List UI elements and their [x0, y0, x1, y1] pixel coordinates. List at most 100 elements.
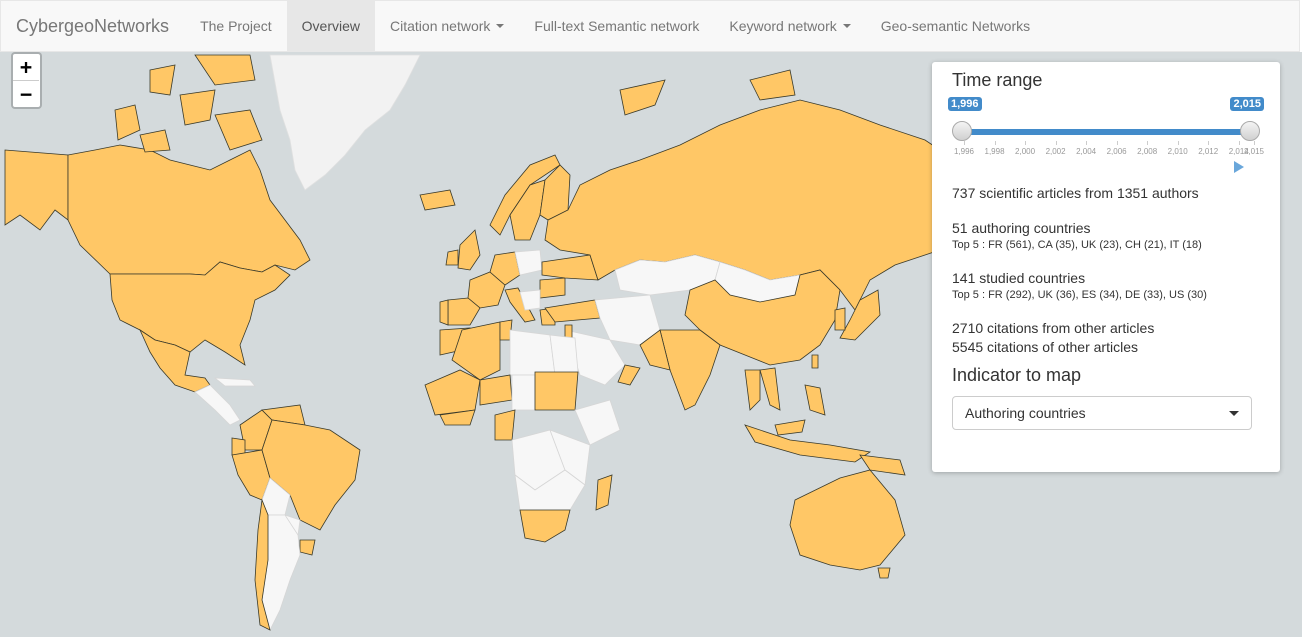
country-malaysia[interactable]	[774, 419, 806, 436]
country-vietnam[interactable]	[759, 367, 781, 411]
nav-fulltext-semantic-label: Full-text Semantic network	[534, 18, 700, 34]
studied-stat: 141 studied countries Top 5 : FR (292), …	[952, 270, 1260, 301]
country-uk[interactable]	[457, 229, 481, 271]
time-range-slider[interactable]: 1,996 2,015 1,996 1,998 2,000 2,002 2,004 2,0…	[948, 97, 1264, 173]
country-egypt[interactable]	[549, 334, 579, 376]
citations-of: 5545 citations of other articles	[952, 339, 1138, 355]
slider-from-label: 1,996	[948, 97, 982, 111]
slider-tick-label: 2,012	[1198, 147, 1219, 156]
indicator-selected-value: Authoring countries	[965, 405, 1086, 421]
slider-tick-label: 2,004	[1076, 147, 1097, 156]
slider-tick-label: 2,000	[1015, 147, 1036, 156]
time-range-title: Time range	[952, 70, 1043, 90]
country-russia-severnaya[interactable]	[749, 69, 796, 101]
country-tasmania[interactable]	[877, 567, 891, 579]
info-panel: Time range 1,996 2,015 1,996 1,998 2,000 2,…	[932, 62, 1280, 472]
app-window: CybergeoNetworks The Project Overview Ci…	[0, 0, 1302, 637]
country-central-america[interactable]	[194, 384, 241, 426]
brand-link[interactable]: CybergeoNetworks	[1, 1, 184, 51]
country-ecuador[interactable]	[231, 437, 246, 456]
country-poland[interactable]	[514, 249, 543, 276]
studied-countries: 141 studied countries	[952, 270, 1086, 286]
slider-tick-mark	[1086, 141, 1088, 145]
country-arctic-islands-5[interactable]	[194, 54, 256, 86]
authoring-stat: 51 authoring countries Top 5 : FR (561),…	[952, 220, 1260, 251]
country-korea[interactable]	[834, 307, 846, 331]
country-madagascar[interactable]	[595, 474, 613, 511]
country-arctic-islands-4[interactable]	[214, 109, 263, 151]
chevron-down-icon	[842, 24, 851, 28]
country-south-africa[interactable]	[519, 509, 571, 543]
country-turkey[interactable]	[544, 299, 601, 323]
country-israel[interactable]	[564, 324, 573, 339]
slider-to-handle[interactable]	[1240, 121, 1260, 141]
country-uruguay[interactable]	[299, 539, 316, 556]
slider-to-label: 2,015	[1230, 97, 1264, 111]
country-ethiopia[interactable]	[574, 399, 621, 446]
country-alaska[interactable]	[4, 149, 69, 231]
nav-geo-semantic-label: Geo-semantic Networks	[880, 18, 1031, 34]
slider-tick-label: 1,998	[984, 147, 1005, 156]
articles-line: 737 scientific articles from 1351 author…	[952, 185, 1199, 201]
country-sudan[interactable]	[534, 371, 579, 411]
nav-the-project-label: The Project	[200, 18, 272, 34]
slider-tick-mark	[1254, 141, 1255, 145]
country-libya[interactable]	[509, 329, 556, 376]
citations-from: 2710 citations from other articles	[952, 320, 1155, 336]
country-arctic-islands-1[interactable]	[114, 104, 141, 141]
country-usa[interactable]	[109, 261, 291, 366]
indicator-select[interactable]: Authoring countries	[952, 396, 1252, 430]
chevron-down-icon	[1229, 410, 1239, 416]
authoring-top5: Top 5 : FR (561), CA (35), UK (23), CH (…	[952, 239, 1202, 251]
country-canada[interactable]	[67, 144, 311, 276]
nav-keyword-network-label: Keyword network	[729, 18, 837, 34]
slider-tick-mark	[1055, 141, 1057, 145]
country-australia[interactable]	[789, 469, 906, 571]
country-ukraine[interactable]	[541, 254, 599, 281]
country-taiwan[interactable]	[811, 354, 819, 369]
slider-tick-mark	[994, 141, 996, 145]
play-icon[interactable]	[1234, 161, 1244, 173]
studied-top5: Top 5 : FR (292), UK (36), ES (34), DE (…	[952, 289, 1207, 301]
country-arctic-islands-6[interactable]	[139, 129, 171, 153]
indicator-title: Indicator to map	[952, 365, 1082, 385]
country-cuba[interactable]	[213, 377, 256, 387]
slider-selected-range	[962, 129, 1250, 135]
slider-ticks: 1,996 1,998 2,000 2,002 2,004 2,006 2,008 2,010…	[953, 141, 1264, 159]
authoring-countries: 51 authoring countries	[952, 220, 1091, 236]
top-navbar: CybergeoNetworks The Project Overview Ci…	[0, 0, 1300, 52]
zoom-control: + −	[11, 52, 42, 109]
nav-the-project[interactable]: The Project	[185, 1, 287, 51]
slider-tick-mark	[1177, 141, 1179, 145]
slider-tick-mark	[1208, 141, 1210, 145]
country-ireland[interactable]	[445, 249, 459, 266]
zoom-out-button[interactable]: −	[13, 80, 39, 107]
country-niger[interactable]	[479, 374, 513, 406]
nav-citation-network-dropdown[interactable]: Citation network	[375, 1, 519, 51]
country-arctic-islands-2[interactable]	[149, 64, 176, 96]
slider-tick-label: 2,010	[1167, 147, 1188, 156]
slider-tick-label: 1,996	[953, 147, 975, 156]
slider-from-handle[interactable]	[952, 121, 972, 141]
citations-stat: 2710 citations from other articles 5545 …	[952, 320, 1260, 355]
nav-overview[interactable]: Overview	[286, 1, 376, 51]
country-philippines[interactable]	[804, 384, 826, 416]
country-chad[interactable]	[511, 374, 536, 411]
slider-tick-mark	[1238, 141, 1240, 145]
nav-citation-network-label: Citation network	[390, 18, 491, 34]
country-russia-north-island[interactable]	[619, 79, 666, 116]
country-romania[interactable]	[539, 277, 566, 299]
country-thailand[interactable]	[744, 369, 761, 411]
country-greenland[interactable]	[269, 54, 421, 191]
nav-geo-semantic-networks[interactable]: Geo-semantic Networks	[866, 1, 1045, 51]
zoom-in-button[interactable]: +	[13, 54, 39, 80]
nav-keyword-network-dropdown[interactable]: Keyword network	[714, 1, 865, 51]
country-indonesia[interactable]	[744, 424, 872, 463]
country-portugal[interactable]	[439, 299, 449, 326]
country-mali-region[interactable]	[424, 369, 481, 416]
country-arctic-islands-3[interactable]	[179, 89, 216, 126]
country-cameroon[interactable]	[494, 409, 516, 441]
nav-fulltext-semantic-network[interactable]: Full-text Semantic network	[519, 1, 714, 51]
country-iceland[interactable]	[419, 189, 456, 211]
slider-tick-mark	[964, 141, 965, 145]
